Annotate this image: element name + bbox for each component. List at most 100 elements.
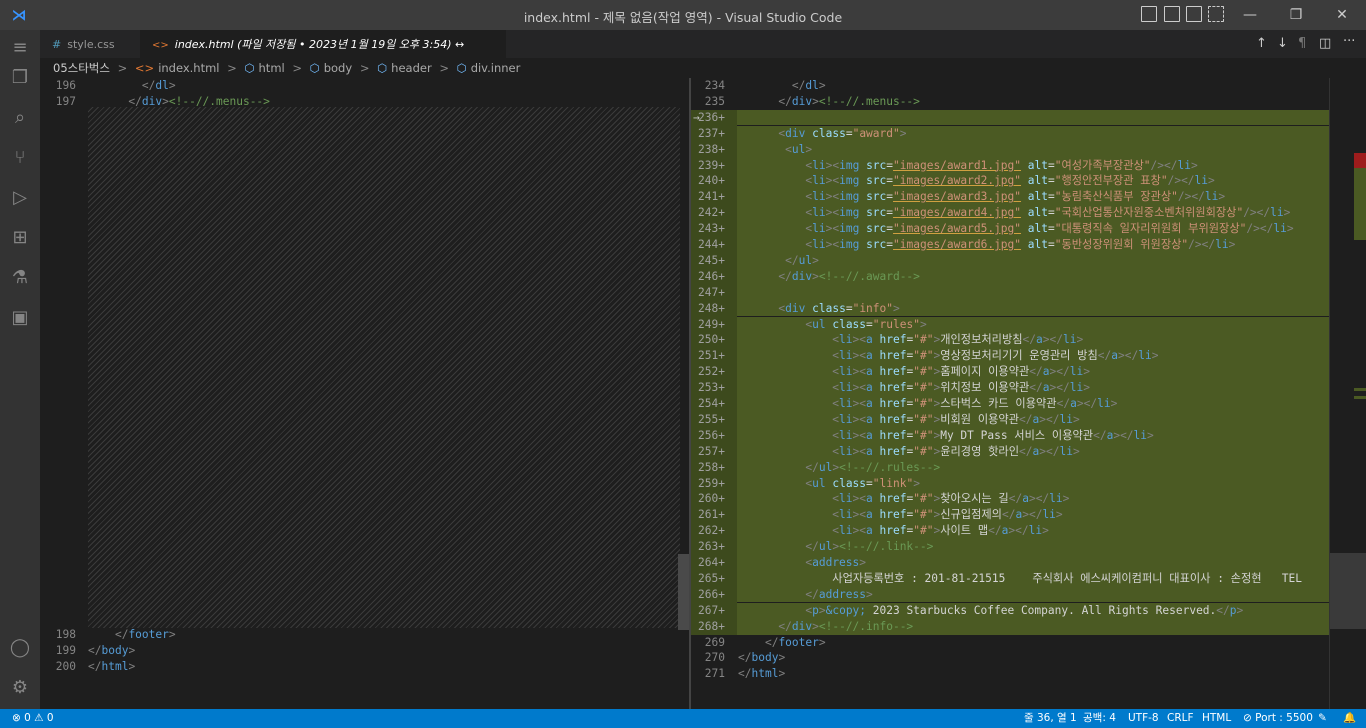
search-icon[interactable]: ⌕ [8,106,32,130]
code-line[interactable]: 266+ </address> [691,587,1341,603]
line-code: </ul> [785,253,819,267]
code-line[interactable]: 260+ <li><a href="#">찾아오시는 길</a></li> [691,491,1341,507]
code-line[interactable]: 258+ </ul><!--//.rules--> [691,460,1341,476]
code-line[interactable]: 261+ <li><a href="#">신규입점제의</a></li> [691,507,1341,523]
code-line[interactable]: 251+ <li><a href="#">영상정보처리기기 운영관리 방침</a… [691,348,1341,364]
restore-icon[interactable]: ❐ [1281,4,1311,26]
show-whitespace-icon[interactable]: ¶ [1298,36,1306,51]
notifications-icon[interactable]: 🔔 [1343,709,1356,728]
left-scrollbar-thumb[interactable] [678,554,689,630]
language-mode[interactable]: HTML [1202,709,1231,728]
code-line[interactable]: 196 </dl> [40,78,680,94]
breadcrumb-file[interactable]: index.html [158,61,219,75]
code-line[interactable]: 265+ 사업자등록번호 : 201-81-21515 주식회사 에스씨케이컴퍼… [691,571,1341,587]
code-line[interactable]: 198 </footer> [40,627,680,643]
code-line[interactable]: 249+ <ul class="rules"> [691,317,1341,333]
code-line[interactable]: 238+ <ul> [691,142,1341,158]
minimize-icon[interactable]: — [1235,4,1265,26]
explorer-icon[interactable]: ❐ [8,66,32,90]
toggle-primary-sidebar-icon[interactable] [1141,6,1157,22]
code-line[interactable]: 197 </div><!--//.menus--> [40,94,680,110]
breadcrumb-body[interactable]: body [324,61,352,75]
code-line[interactable]: 246+ </div><!--//.award--> [691,269,1341,285]
line-code: </footer> [114,628,176,641]
code-line[interactable]: 242+ <li><img src="images/award4.jpg" al… [691,205,1341,221]
code-line[interactable]: 244+ <li><img src="images/award6.jpg" al… [691,237,1341,253]
code-line[interactable]: 253+ <li><a href="#">위치정보 이용약관</a></li> [691,380,1341,396]
tab-index-html-diff[interactable]: <> index.html (파일 저장됨 • 2023년 1월 19일 오후 3… [140,30,506,81]
code-line[interactable]: 257+ <li><a href="#">윤리경영 핫라인</a></li> [691,444,1341,460]
line-code: <li><a href="#">My DT Pass 서비스 이용약관</a><… [832,428,1154,442]
code-line[interactable]: 254+ <li><a href="#">스타벅스 카드 이용약관</a></l… [691,396,1341,412]
code-line[interactable]: 271 </html> [691,666,1341,682]
remote-explorer-icon[interactable]: ▣ [8,306,32,330]
scrollbar-thumb[interactable] [1330,553,1366,629]
testing-icon[interactable]: ⚗ [8,266,32,290]
code-line[interactable]: 262+ <li><a href="#">사이트 맵</a></li> [691,523,1341,539]
problems-indicator[interactable]: ⊗ 0 ⚠ 0 [12,709,54,728]
line-number: 199 [55,644,76,657]
breadcrumb-folder[interactable]: 05스타벅스 [53,61,110,75]
code-line[interactable]: 268+ </div><!--//.info--> [691,619,1341,635]
diff-modified-pane[interactable]: 234 </dl> 235 </div><!--//.menus--> → 236+ 2… [691,78,1366,709]
toggle-panel-icon[interactable] [1164,6,1180,22]
tab-style-css[interactable]: # style.css [40,30,140,58]
breadcrumb-html[interactable]: html [259,61,285,75]
code-line[interactable]: 240+ <li><img src="images/award2.jpg" al… [691,173,1341,189]
close-window-icon[interactable]: ✕ [1327,4,1357,26]
code-line[interactable]: 237+ <div class="award"> [691,126,1341,142]
code-line[interactable]: 239+ <li><img src="images/award1.jpg" al… [691,158,1341,174]
previous-change-icon[interactable]: ↑ [1256,36,1267,51]
next-change-icon[interactable]: ↓ [1277,36,1288,51]
cursor-position[interactable]: 줄 36, 열 1 [1024,709,1077,728]
code-line[interactable]: 269 </footer> [691,635,1341,651]
line-number: 241+ [698,190,725,204]
toggle-secondary-sidebar-icon[interactable] [1186,6,1202,22]
feedback-icon[interactable]: ✎ [1318,709,1327,728]
indentation[interactable]: 공백: 4 [1083,709,1116,728]
code-line[interactable]: 241+ <li><img src="images/award3.jpg" al… [691,189,1341,205]
code-line[interactable]: 250+ <li><a href="#">개인정보처리방침</a></li> [691,332,1341,348]
breadcrumb-header[interactable]: header [391,61,432,75]
code-line[interactable]: 247+ [691,285,1341,301]
line-number: 243+ [698,222,725,236]
line-number: 198 [55,628,76,641]
code-line[interactable]: 199 </body> [40,643,680,659]
line-code: <p>&copy; 2023 Starbucks Coffee Company.… [805,603,1244,617]
code-line[interactable]: 263+ </ul><!--//.link--> [691,539,1341,555]
end-of-line[interactable]: CRLF [1167,709,1194,728]
code-line[interactable]: 264+ <address> [691,555,1341,571]
run-debug-icon[interactable]: ▷ [8,186,32,210]
code-line[interactable]: 270 </body> [691,650,1341,666]
code-line[interactable]: 255+ <li><a href="#">비회원 이용약관</a></li> [691,412,1341,428]
settings-gear-icon[interactable]: ⚙ [8,676,32,700]
extensions-icon[interactable]: ⊞ [8,226,32,250]
menu-icon[interactable]: ≡ [8,36,32,60]
encoding[interactable]: UTF-8 [1128,709,1159,728]
line-code: <li><a href="#">비회원 이용약관</a></li> [832,412,1080,426]
code-line[interactable]: 267+ <p>&copy; 2023 Starbucks Coffee Com… [691,603,1341,619]
split-editor-icon[interactable]: ◫ [1319,36,1331,51]
source-control-icon[interactable]: ⑂ [8,146,32,170]
code-line[interactable]: 259+ <ul class="link"> [691,476,1341,492]
account-icon[interactable]: ◯ [8,636,32,660]
more-actions-icon[interactable]: ··· [1343,34,1355,49]
code-line[interactable]: 252+ <li><a href="#">홈페이지 이용약관</a></li> [691,364,1341,380]
code-line[interactable]: 245+ </ul> [691,253,1341,269]
code-line[interactable]: 200 </html> [40,659,680,675]
line-number: 251+ [698,349,725,363]
live-server-port[interactable]: ⊘ Port : 5500 [1243,709,1313,728]
code-line[interactable]: → 236+ [691,110,1341,126]
overview-ruler[interactable] [1329,78,1366,709]
customize-layout-icon[interactable] [1208,6,1224,22]
code-line[interactable]: 248+ <div class="info"> [691,301,1341,317]
code-line[interactable]: 256+ <li><a href="#">My DT Pass 서비스 이용약관… [691,428,1341,444]
overview-added-marker [1354,388,1366,391]
code-line[interactable]: 235 </div><!--//.menus--> [691,94,1341,110]
breadcrumb-div-inner[interactable]: div.inner [471,61,521,75]
code-line[interactable]: 234 </dl> [691,78,1341,94]
line-number: 197 [55,95,76,108]
diff-original-pane[interactable]: 196 </dl> 197 </div><!--//.menus--> 198 </… [40,78,689,709]
code-line[interactable]: 243+ <li><img src="images/award5.jpg" al… [691,221,1341,237]
line-code: <li><img src="images/award2.jpg" alt="행정… [805,174,1215,188]
